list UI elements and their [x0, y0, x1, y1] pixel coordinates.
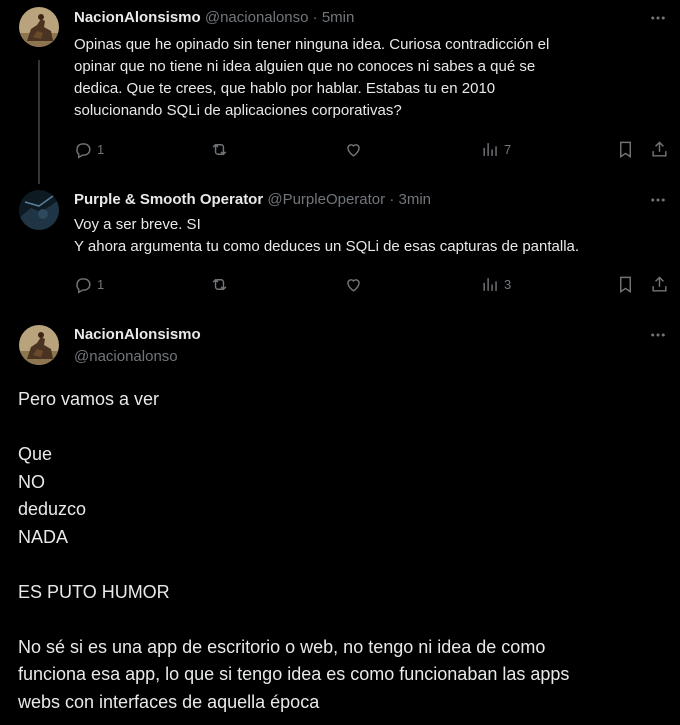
main-tweet-text: Pero vamos a ver Que NO deduzco NADA ES … — [18, 386, 666, 716]
separator: · — [312, 9, 318, 26]
tweet-text-line: funciona esa app, lo que si tengo idea e… — [18, 664, 570, 684]
bookmark-button[interactable] — [616, 275, 635, 294]
tweet-text-line: opinar que no tiene ni idea alguien que … — [74, 58, 536, 75]
bookmark-icon — [620, 276, 631, 293]
avatar[interactable] — [19, 325, 59, 365]
timestamp[interactable]: 5min — [322, 9, 355, 26]
separator: · — [389, 191, 395, 208]
like-button[interactable] — [344, 140, 363, 159]
views-button[interactable]: 7 — [481, 140, 511, 159]
reply-button[interactable]: 1 — [74, 275, 104, 294]
author-name[interactable]: Purple & Smooth Operator — [74, 191, 263, 208]
retweet-button[interactable] — [210, 275, 229, 294]
action-bar: 1 3 — [74, 275, 672, 297]
author-handle[interactable]: @PurpleOperator — [267, 191, 385, 208]
retweet-button[interactable] — [210, 140, 229, 159]
tweet-text-line: solucionando SQLi de aplicaciones corpor… — [74, 102, 402, 119]
share-button[interactable] — [650, 275, 669, 294]
thread-connector — [38, 60, 40, 184]
reply-count: 1 — [97, 277, 105, 292]
tweet-text-line: Voy a ser breve. SI — [74, 216, 201, 233]
views-count: 7 — [504, 142, 512, 157]
share-icon — [652, 141, 667, 157]
tweet-text-line — [18, 606, 666, 634]
bookmark-button[interactable] — [616, 140, 635, 159]
author-handle[interactable]: @nacionalonso — [205, 9, 309, 26]
tweet-text-line — [18, 551, 666, 579]
bookmark-icon — [620, 141, 631, 158]
tweet-text-line: Y ahora argumenta tu como deduces un SQL… — [74, 238, 580, 255]
tweet-header: NacionAlonsismo @nacionalonso · 5min — [74, 8, 354, 28]
tweet-text-line: No sé si es una app de escritorio o web,… — [18, 636, 546, 657]
tweet-text-line: Opinas que he opinado sin tener ninguna … — [74, 36, 550, 53]
reply-icon — [76, 143, 91, 159]
tweet-text-line: NO — [18, 471, 45, 492]
author-name[interactable]: NacionAlonsismo — [74, 9, 201, 26]
author-handle[interactable]: @nacionalonso — [74, 347, 178, 367]
tweet-text: Voy a ser breve. SI Y ahora argumenta tu… — [74, 214, 666, 258]
author-name-text: NacionAlonsismo — [74, 326, 201, 343]
tweet-text-line: Que — [18, 444, 53, 464]
tweet-text-line: dedica. Que te crees, que hablo por habl… — [74, 80, 496, 97]
reply-button[interactable]: 1 — [74, 140, 104, 159]
retweet-icon — [212, 278, 227, 291]
more-horizontal-icon — [651, 198, 665, 202]
tweet-text-line — [18, 414, 666, 442]
views-button[interactable]: 3 — [481, 275, 511, 294]
heart-icon — [347, 279, 360, 292]
share-button[interactable] — [650, 140, 669, 159]
tweet-text-line: Pero vamos a ver — [18, 389, 160, 409]
like-button[interactable] — [344, 275, 363, 294]
tweet-text-line: deduzco — [18, 499, 87, 519]
retweet-icon — [212, 143, 227, 156]
tweet-header: Purple & Smooth Operator @PurpleOperator… — [74, 190, 431, 210]
views-icon — [483, 143, 497, 156]
more-button[interactable] — [648, 8, 668, 28]
tweet-text-line: ES PUTO HUMOR — [18, 581, 170, 602]
reply-count: 1 — [97, 142, 105, 157]
more-horizontal-icon — [651, 16, 665, 20]
tweet-text: Opinas que he opinado sin tener ninguna … — [74, 34, 666, 122]
heart-icon — [347, 144, 360, 157]
tweet-text-line: webs con interfaces de aquella época — [18, 691, 320, 712]
more-button[interactable] — [648, 190, 668, 210]
tweet-text-line: NADA — [18, 526, 69, 547]
reply-icon — [76, 278, 91, 294]
more-horizontal-icon — [651, 333, 665, 337]
avatar[interactable] — [19, 190, 59, 230]
share-icon — [652, 276, 667, 292]
views-icon — [483, 278, 497, 291]
more-button[interactable] — [648, 325, 668, 345]
author-handle-text: @nacionalonso — [74, 348, 178, 365]
timestamp[interactable]: 3min — [398, 191, 431, 208]
avatar[interactable] — [19, 7, 59, 47]
action-bar: 1 7 — [74, 140, 672, 162]
author-name[interactable]: NacionAlonsismo — [74, 325, 201, 345]
views-count: 3 — [504, 277, 512, 292]
